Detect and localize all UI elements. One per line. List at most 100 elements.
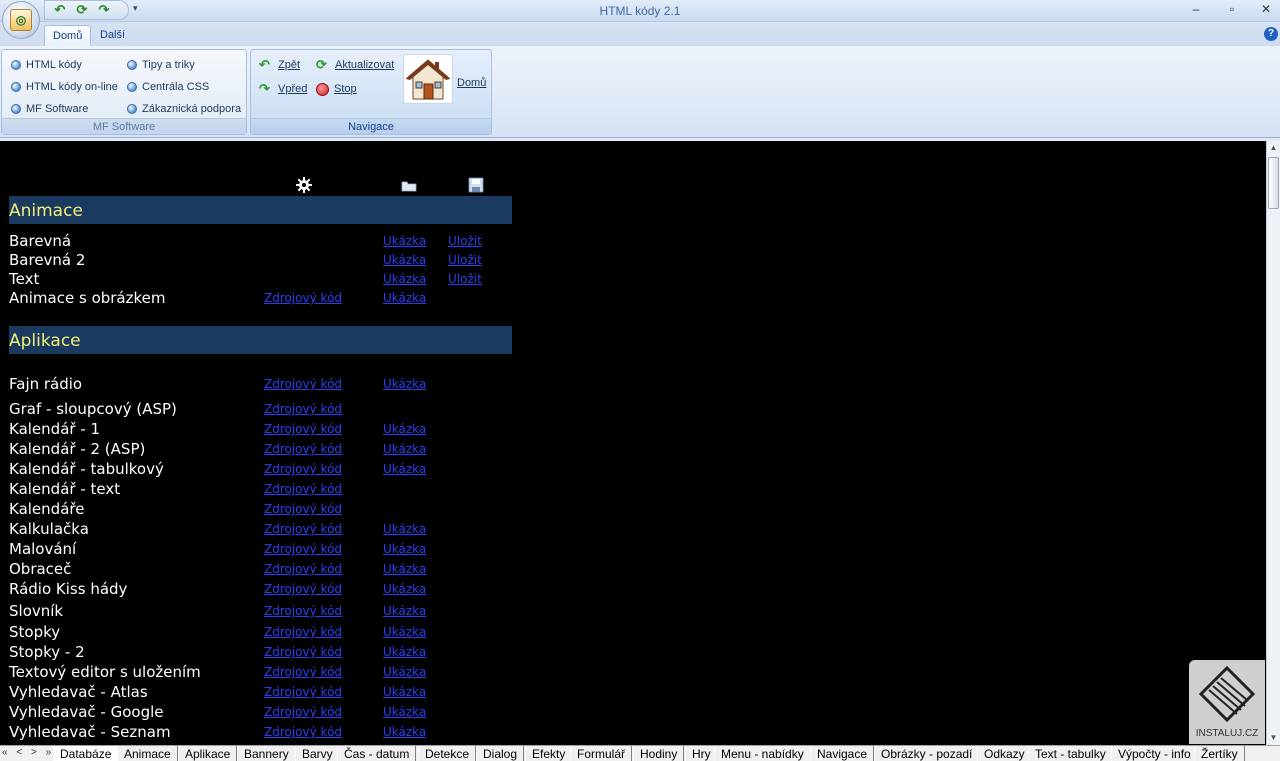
bottom-tab-barvy[interactable]: Barvy <box>295 746 340 761</box>
demo-link[interactable]: Ukázka <box>383 604 426 618</box>
demo-link[interactable]: Ukázka <box>383 253 426 267</box>
group-label-navigace: Navigace <box>251 118 491 134</box>
bottom-tab-animace[interactable]: Animace <box>117 746 178 761</box>
source-code-link[interactable]: Zdrojový kód <box>264 685 342 699</box>
demo-link[interactable]: Ukázka <box>383 442 426 456</box>
source-code-link[interactable]: Zdrojový kód <box>264 582 342 596</box>
source-code-link[interactable]: Zdrojový kód <box>264 502 342 516</box>
ribbon-mf-software[interactable]: MF Software <box>11 100 88 118</box>
ribbon-html-kody[interactable]: HTML kódy <box>11 56 82 74</box>
bottom-tab-menu-nabidky[interactable]: Menu - nabídky <box>714 746 811 761</box>
bottom-tab-bannery[interactable]: Bannery <box>237 746 296 761</box>
tab-scroll-arrows[interactable]: « < > » <box>2 747 54 758</box>
bottom-tab-cas-datum[interactable]: Čas - datum <box>337 746 417 761</box>
ribbon-tipy-a-triky[interactable]: Tipy a triky <box>127 56 195 74</box>
demo-link[interactable]: Ukázka <box>383 462 426 476</box>
qat-refresh-icon[interactable]: ⟳ <box>73 2 91 18</box>
source-code-link[interactable]: Zdrojový kód <box>264 422 342 436</box>
source-code-link[interactable]: Zdrojový kód <box>264 705 342 719</box>
refresh-label: Aktualizovat <box>335 59 395 71</box>
close-button[interactable]: ✕ <box>1256 2 1276 18</box>
source-code-link[interactable]: Zdrojový kód <box>264 725 342 739</box>
scroll-up-arrow-icon[interactable]: ▲ <box>1267 141 1280 155</box>
demo-link[interactable]: Ukázka <box>383 422 426 436</box>
source-code-link[interactable]: Zdrojový kód <box>264 645 342 659</box>
save-link[interactable]: Uložit <box>448 272 482 286</box>
demo-link[interactable]: Ukázka <box>383 522 426 536</box>
bottom-tab-databaze[interactable]: Databáze <box>53 746 119 761</box>
bottom-tab-obrazky-pozadi[interactable]: Obrázky - pozadí <box>874 746 980 761</box>
home-label-button[interactable]: Domů <box>457 74 486 92</box>
ribbon-label: HTML kódy on-line <box>26 81 118 93</box>
source-code-link[interactable]: Zdrojový kód <box>264 562 342 576</box>
source-code-link[interactable]: Zdrojový kód <box>264 542 342 556</box>
back-button[interactable]: ↶ Zpět <box>259 56 300 74</box>
bottom-tab-detekce[interactable]: Detekce <box>418 746 477 761</box>
demo-link[interactable]: Ukázka <box>383 542 426 556</box>
vertical-scrollbar[interactable]: ▲ ▼ <box>1266 141 1280 745</box>
scroll-down-arrow-icon[interactable]: ▼ <box>1267 731 1280 745</box>
demo-link[interactable]: Ukázka <box>383 377 426 391</box>
minimize-button[interactable]: – <box>1186 2 1206 18</box>
source-code-link[interactable]: Zdrojový kód <box>264 402 342 416</box>
scroll-thumb[interactable] <box>1268 157 1279 209</box>
bottom-tab-formular[interactable]: Formulář <box>570 746 633 761</box>
save-link[interactable]: Uložit <box>448 253 482 267</box>
bottom-tab-vypocty-info[interactable]: Výpočty - info <box>1111 746 1198 761</box>
demo-link[interactable]: Ukázka <box>383 645 426 659</box>
demo-link[interactable]: Ukázka <box>383 562 426 576</box>
source-code-link[interactable]: Zdrojový kód <box>264 625 342 639</box>
source-code-link[interactable]: Zdrojový kód <box>264 377 342 391</box>
bottom-tab-hry[interactable]: Hry <box>685 746 718 761</box>
demo-link[interactable]: Ukázka <box>383 665 426 679</box>
maximize-button[interactable]: ▫ <box>1222 2 1242 18</box>
bottom-tab-strip: « < > » Databáze Animace Aplikace Banner… <box>0 745 1280 761</box>
help-icon[interactable]: ? <box>1264 27 1278 41</box>
source-code-link[interactable]: Zdrojový kód <box>264 291 342 305</box>
ribbon-html-kody-online[interactable]: HTML kódy on-line <box>11 78 118 96</box>
bottom-tab-hodiny[interactable]: Hodiny <box>633 746 685 761</box>
bottom-tab-text-tabulky[interactable]: Text - tabulky <box>1028 746 1113 761</box>
forward-button[interactable]: ↷ Vpřed <box>259 80 307 98</box>
ribbon-zakaznicka-podpora[interactable]: Zákaznická podpora <box>127 100 241 118</box>
bottom-tab-dialog[interactable]: Dialog <box>476 746 525 761</box>
source-code-link[interactable]: Zdrojový kód <box>264 604 342 618</box>
bottom-tab-odkazy[interactable]: Odkazy <box>977 746 1032 761</box>
tab-dalsi[interactable]: Další <box>92 25 133 46</box>
bottom-tab-zertiky[interactable]: Žertíky <box>1194 746 1245 761</box>
demo-link[interactable]: Ukázka <box>383 272 426 286</box>
demo-link[interactable]: Ukázka <box>383 625 426 639</box>
tab-domu[interactable]: Domů <box>44 25 92 46</box>
home-label: Domů <box>457 77 487 89</box>
list-item-name: Vyhledavač - Google <box>9 703 164 721</box>
ribbon-centrala-css[interactable]: Centrála CSS <box>127 78 209 96</box>
qat-back-icon[interactable]: ↶ <box>51 2 69 18</box>
qat-customize-button[interactable]: ▾ <box>133 3 138 14</box>
list-item-name: Kalendáře <box>9 500 85 518</box>
source-code-link[interactable]: Zdrojový kód <box>264 665 342 679</box>
demo-link[interactable]: Ukázka <box>383 234 426 248</box>
source-code-link[interactable]: Zdrojový kód <box>264 482 342 496</box>
source-code-link[interactable]: Zdrojový kód <box>264 462 342 476</box>
bottom-tab-navigace[interactable]: Navigace <box>810 746 875 761</box>
stop-button[interactable]: Stop <box>316 80 357 98</box>
source-code-link[interactable]: Zdrojový kód <box>264 442 342 456</box>
home-button[interactable] <box>403 54 453 104</box>
demo-link[interactable]: Ukázka <box>383 685 426 699</box>
demo-link[interactable]: Ukázka <box>383 725 426 739</box>
list-item-name: Stopky - 2 <box>9 643 85 661</box>
save-link[interactable]: Uložit <box>448 234 482 248</box>
source-code-link[interactable]: Zdrojový kód <box>264 522 342 536</box>
refresh-button[interactable]: ⟳ Aktualizovat <box>316 56 394 74</box>
list-item-name: Graf - sloupcový (ASP) <box>9 400 177 418</box>
demo-link[interactable]: Ukázka <box>383 582 426 596</box>
bottom-tab-aplikace[interactable]: Aplikace <box>178 746 238 761</box>
qat-forward-icon[interactable]: ↷ <box>95 2 113 18</box>
bottom-tab-efekty[interactable]: Efekty <box>525 746 573 761</box>
demo-link[interactable]: Ukázka <box>383 291 426 305</box>
demo-link[interactable]: Ukázka <box>383 705 426 719</box>
watermark: INSTALUJ.CZ <box>1189 660 1265 744</box>
list-item-name: Kalendář - 1 <box>9 420 101 438</box>
application-menu-button[interactable]: ◎ <box>2 1 40 39</box>
list-item-name: Obraceč <box>9 560 72 578</box>
